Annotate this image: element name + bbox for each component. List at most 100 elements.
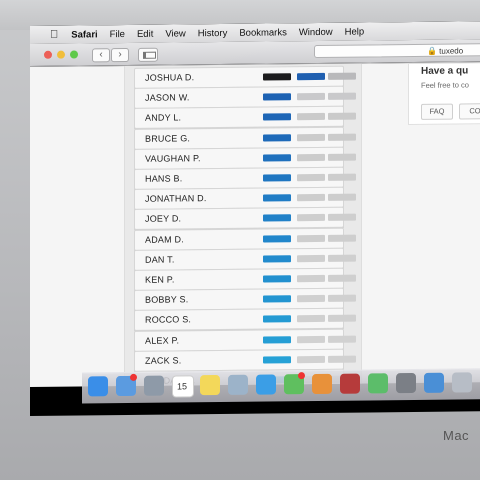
network-icon[interactable]	[452, 372, 472, 393]
roster-bar-1	[263, 194, 291, 202]
menu-edit[interactable]: Edit	[137, 28, 153, 39]
notes-icon[interactable]	[200, 375, 220, 396]
roster-bar-3	[328, 274, 356, 282]
roster-name: JOEY D.	[145, 213, 182, 225]
roster-name: BRUCE G.	[145, 132, 191, 144]
roster-bar-3	[328, 153, 356, 161]
roster-name: VAUGHAN P.	[145, 153, 201, 164]
finder-icon[interactable]	[88, 376, 108, 397]
roster-row[interactable]: JOEY D.	[134, 207, 356, 231]
roster-bar-1	[263, 295, 291, 303]
close-window-button[interactable]	[44, 50, 52, 59]
forward-button[interactable]: ›	[111, 47, 129, 63]
contact-button[interactable]: CO	[459, 103, 480, 120]
roster-bar-1	[263, 356, 291, 364]
roster-bar-2	[297, 214, 325, 222]
roster-row[interactable]: ANDY L.	[134, 106, 356, 130]
back-button[interactable]: ‹	[92, 48, 110, 63]
roster-bar-2	[297, 315, 325, 323]
roster-bar-3	[328, 133, 356, 141]
roster-bar-2	[297, 274, 325, 283]
roster-bar-1	[263, 133, 291, 142]
roster-name: JOSHUA D.	[145, 72, 195, 83]
pages-icon[interactable]	[312, 373, 332, 395]
faq-subtitle: Feel free to co	[421, 80, 469, 90]
minimize-window-button[interactable]	[57, 50, 65, 59]
facetime-icon[interactable]	[368, 373, 388, 394]
roster-name: ZACK S.	[145, 355, 182, 366]
roster-bar-3	[328, 72, 356, 80]
roster-bar-1	[263, 234, 291, 243]
roster-bar-3	[328, 294, 356, 303]
roster-bar-2	[297, 173, 325, 182]
roster-bar-2	[297, 113, 325, 121]
roster-name: HANS B.	[145, 173, 183, 184]
roster-bar-3	[328, 335, 356, 343]
roster-row[interactable]: ROCCO S.	[134, 308, 356, 332]
messages-icon[interactable]	[284, 372, 305, 395]
faq-box: Have a qu Feel free to co FAQ CO	[408, 62, 480, 126]
roster-name: BOBBY S.	[145, 294, 189, 305]
menu-help[interactable]: Help	[345, 26, 365, 37]
roster-bar-2	[297, 295, 325, 303]
roster-bar-3	[328, 213, 356, 222]
roster-name: KEN P.	[145, 274, 175, 285]
roster-name: ROCCO S.	[145, 314, 192, 326]
faq-button[interactable]: FAQ	[421, 103, 453, 120]
safari-icon[interactable]	[256, 374, 276, 395]
sidebar-toggle-button[interactable]	[138, 47, 158, 62]
system-icon[interactable]	[396, 372, 416, 394]
menu-bookmarks[interactable]: Bookmarks	[239, 27, 287, 38]
roster-bar-2	[297, 335, 325, 343]
roster-bar-2	[297, 93, 325, 101]
roster-bar-2	[297, 72, 325, 81]
roster-bar-3	[328, 193, 356, 202]
preview-icon[interactable]	[228, 374, 248, 395]
roster-bar-2	[297, 234, 325, 242]
notification-badge	[298, 372, 305, 380]
roster-bar-2	[297, 355, 325, 364]
faq-title: Have a qu	[421, 65, 469, 77]
menu-view[interactable]: View	[165, 28, 185, 39]
calendar-day: 15	[177, 381, 188, 392]
roster-bar-1	[263, 335, 291, 344]
roster-bar-3	[328, 92, 356, 101]
menu-window[interactable]: Window	[299, 26, 333, 37]
roster-bar-3	[328, 234, 356, 242]
itunes-icon[interactable]	[424, 372, 444, 393]
roster-bar-3	[328, 112, 356, 121]
calendar-icon[interactable]: 15	[172, 375, 194, 398]
zoom-window-button[interactable]	[70, 50, 78, 59]
app-store-icon[interactable]	[116, 373, 137, 397]
roster-name: ANDY L.	[145, 112, 182, 124]
address-bar[interactable]: 🔒 tuxedo	[314, 43, 480, 59]
roster-bar-1	[263, 315, 291, 323]
roster-bar-1	[263, 275, 291, 283]
brand-text: Mac	[443, 428, 470, 443]
roster-bar-1	[263, 93, 291, 101]
screen:  Safari File Edit View History Bookmark…	[30, 21, 480, 416]
roster-bar-2	[297, 133, 325, 141]
roster-name: JONATHAN D.	[145, 193, 207, 204]
menu-file[interactable]: File	[110, 29, 125, 40]
photo-booth-icon[interactable]	[340, 373, 360, 394]
apple-menu-icon[interactable]: 	[50, 29, 58, 41]
roster-bar-3	[328, 254, 356, 262]
roster-bar-3	[328, 173, 356, 181]
roster-bar-1	[263, 174, 291, 182]
roster-bar-2	[297, 194, 325, 202]
dock: 15	[82, 368, 480, 404]
roster-name: ADAM D.	[145, 233, 184, 245]
roster-bar-3	[328, 314, 356, 323]
roster-bar-2	[297, 153, 325, 162]
roster-bar-3	[328, 355, 356, 363]
roster-bar-1	[263, 255, 291, 263]
roster-bar-1	[263, 154, 291, 162]
menu-history[interactable]: History	[198, 27, 228, 38]
web-content: JOSHUA D. JASON W. ANDY L. BRUCE G. VAUGHAN …	[30, 62, 480, 387]
roster-name: JASON W.	[145, 92, 190, 103]
menu-app-name[interactable]: Safari	[71, 29, 97, 40]
roster-bar-2	[297, 254, 325, 263]
roster-bar-1	[263, 73, 291, 81]
launchpad-icon[interactable]	[144, 375, 164, 396]
